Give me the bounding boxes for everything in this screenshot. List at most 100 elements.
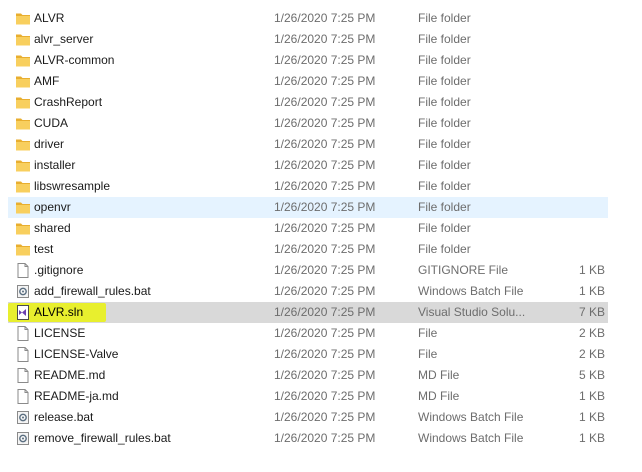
file-date-modified: 1/26/2020 7:25 PM <box>274 53 376 67</box>
file-row[interactable]: openvr 1/26/2020 7:25 PM File folder <box>8 197 608 218</box>
file-date-modified: 1/26/2020 7:25 PM <box>274 179 376 193</box>
file-type: File folder <box>418 95 471 109</box>
batch-file-icon <box>15 410 31 425</box>
file-size <box>553 239 605 260</box>
file-name: README-ja.md <box>34 389 119 403</box>
file-size: 1 KB <box>578 431 605 445</box>
file-row[interactable]: remove_firewall_rules.bat 1/26/2020 7:25 … <box>8 428 608 449</box>
file-type: File folder <box>418 158 471 172</box>
file-type: File folder <box>418 53 471 67</box>
file-name: ALVR <box>34 11 65 25</box>
file-size <box>553 50 605 71</box>
file-date-modified: 1/26/2020 7:25 PM <box>274 326 376 340</box>
file-date-modified: 1/26/2020 7:25 PM <box>274 74 376 88</box>
file-type: File <box>418 347 438 361</box>
file-size: 2 KB <box>578 326 605 340</box>
file-type: GITIGNORE File <box>418 263 509 277</box>
file-row[interactable]: driver 1/26/2020 7:25 PM File folder <box>8 134 608 155</box>
file-date-modified: 1/26/2020 7:25 PM <box>274 95 376 109</box>
file-size: 2 KB <box>578 347 605 361</box>
file-size <box>553 92 605 113</box>
file-row[interactable]: shared 1/26/2020 7:25 PM File folder <box>8 218 608 239</box>
file-name: ALVR-common <box>34 53 115 67</box>
file-date-modified: 1/26/2020 7:25 PM <box>274 263 376 277</box>
file-name: shared <box>34 221 71 235</box>
file-date-modified: 1/26/2020 7:25 PM <box>274 347 376 361</box>
batch-file-icon <box>15 431 31 446</box>
file-row[interactable]: CrashReport 1/26/2020 7:25 PM File folder <box>8 92 608 113</box>
file-row[interactable]: CUDA 1/26/2020 7:25 PM File folder <box>8 113 608 134</box>
file-date-modified: 1/26/2020 7:25 PM <box>274 137 376 151</box>
file-size <box>553 197 605 218</box>
file-name: add_firewall_rules.bat <box>34 284 151 298</box>
file-row[interactable]: AMF 1/26/2020 7:25 PM File folder <box>8 71 608 92</box>
file-row[interactable]: .gitignore 1/26/2020 7:25 PM GITIGNORE Fil… <box>8 260 608 281</box>
file-date-modified: 1/26/2020 7:25 PM <box>274 221 376 235</box>
file-row[interactable]: installer 1/26/2020 7:25 PM File folder <box>8 155 608 176</box>
file-row[interactable]: ALVR.sln 1/26/2020 7:25 PM Visual Studio S… <box>8 302 608 323</box>
file-type: File folder <box>418 116 471 130</box>
file-name: installer <box>34 158 76 172</box>
file-name: CrashReport <box>34 95 103 109</box>
file-type: File folder <box>418 74 471 88</box>
file-date-modified: 1/26/2020 7:25 PM <box>274 200 376 214</box>
file-date-modified: 1/26/2020 7:25 PM <box>274 368 376 382</box>
file-size: 1 KB <box>578 410 605 424</box>
file-row[interactable]: LICENSE-Valve 1/26/2020 7:25 PM File 2 KB <box>8 344 608 365</box>
file-row[interactable]: release.bat 1/26/2020 7:25 PM Windows Batc… <box>8 407 608 428</box>
file-type: File folder <box>418 11 471 25</box>
file-name: LICENSE <box>34 326 86 340</box>
folder-icon <box>15 95 31 110</box>
file-row[interactable]: LICENSE 1/26/2020 7:25 PM File 2 KB <box>8 323 608 344</box>
file-name: alvr_server <box>34 32 94 46</box>
batch-file-icon <box>15 284 31 299</box>
file-name: README.md <box>34 368 106 382</box>
file-row[interactable]: test 1/26/2020 7:25 PM File folder <box>8 239 608 260</box>
file-date-modified: 1/26/2020 7:25 PM <box>274 158 376 172</box>
file-date-modified: 1/26/2020 7:25 PM <box>274 410 376 424</box>
file-size: 1 KB <box>578 284 605 298</box>
file-row[interactable]: README.md 1/26/2020 7:25 PM MD File 5 KB <box>8 365 608 386</box>
file-icon <box>15 368 31 383</box>
folder-icon <box>15 116 31 131</box>
folder-icon <box>15 11 31 26</box>
file-row[interactable]: add_firewall_rules.bat 1/26/2020 7:25 PM W… <box>8 281 608 302</box>
file-name: openvr <box>34 200 71 214</box>
file-row[interactable]: ALVR-common 1/26/2020 7:25 PM File folder <box>8 50 608 71</box>
file-size <box>553 134 605 155</box>
file-type: File folder <box>418 221 471 235</box>
file-size <box>553 155 605 176</box>
file-size: 1 KB <box>578 263 605 277</box>
file-row[interactable]: ALVR 1/26/2020 7:25 PM File folder <box>8 8 608 29</box>
file-name: release.bat <box>34 410 94 424</box>
file-size <box>553 113 605 134</box>
file-name: test <box>34 242 54 256</box>
file-type: MD File <box>418 389 460 403</box>
file-name: remove_firewall_rules.bat <box>34 431 171 445</box>
file-date-modified: 1/26/2020 7:25 PM <box>274 11 376 25</box>
file-name: driver <box>34 137 65 151</box>
file-type: MD File <box>418 368 460 382</box>
file-size <box>553 218 605 239</box>
folder-icon <box>15 200 31 215</box>
file-size: 1 KB <box>578 389 605 403</box>
file-icon <box>15 263 31 278</box>
file-row[interactable]: alvr_server 1/26/2020 7:25 PM File folder <box>8 29 608 50</box>
file-size <box>553 176 605 197</box>
file-date-modified: 1/26/2020 7:25 PM <box>274 32 376 46</box>
file-name: .gitignore <box>34 263 84 277</box>
file-size: 5 KB <box>578 368 605 382</box>
folder-icon <box>15 74 31 89</box>
folder-icon <box>15 53 31 68</box>
file-type: Windows Batch File <box>418 431 524 445</box>
file-type: File folder <box>418 200 471 214</box>
file-icon <box>15 347 31 362</box>
file-date-modified: 1/26/2020 7:25 PM <box>274 116 376 130</box>
file-type: File folder <box>418 242 471 256</box>
file-row[interactable]: README-ja.md 1/26/2020 7:25 PM MD File 1 KB <box>8 386 608 407</box>
file-date-modified: 1/26/2020 7:25 PM <box>274 305 376 319</box>
file-type: File folder <box>418 137 471 151</box>
file-row[interactable]: libswresample 1/26/2020 7:25 PM File folde… <box>8 176 608 197</box>
file-size <box>553 71 605 92</box>
file-name: LICENSE-Valve <box>34 347 119 361</box>
